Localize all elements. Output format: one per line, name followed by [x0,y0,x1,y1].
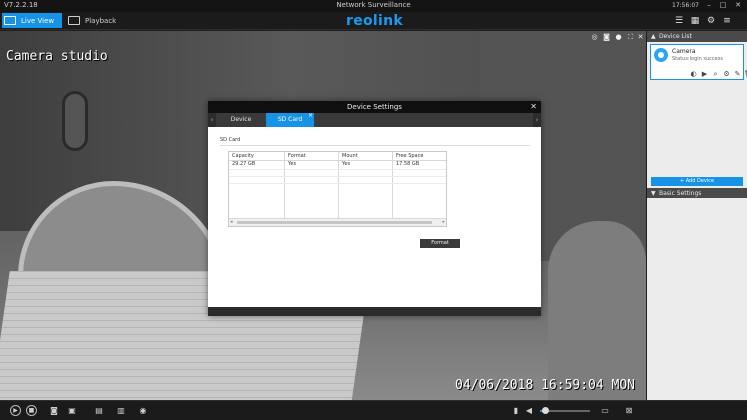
monitor-icon [4,16,16,25]
list-icon[interactable]: ☰ [674,14,684,28]
window-title: Network Surveillance [336,1,411,9]
tab-sd-card-label: SD Card [277,116,303,123]
minimize-button[interactable]: – [704,1,714,10]
cell-capacity: 29.27 GB [232,161,256,167]
dialog-footer [208,307,541,316]
close-view-icon[interactable]: ✕ [636,33,645,41]
disconnect-icon[interactable]: ◐ [689,70,698,78]
volume-slider[interactable] [540,407,590,414]
tab-device-settings[interactable]: Device Settings [218,113,264,137]
device-settings-dialog: Device Settings ✕ ‹ Device Settings SD C… [208,101,541,316]
row-divider [229,169,446,170]
tab-live-view-label: Live View [21,16,55,25]
cell-mount: Yes [342,161,351,167]
video-armchair [548,221,646,400]
menu-icon[interactable]: ≡ [722,14,732,28]
fullscreen-icon[interactable]: ⛶ [626,33,635,41]
bottom-toolbar: ▶ ■ ◙ ▣ ▤ ▥ ◉ ▮ ◀ ▭ ⊠ [0,400,747,420]
device-list-title: Device List [659,33,692,40]
cell-free-space: 17.58 GB [396,161,420,167]
tab-close-icon[interactable]: × [308,109,313,123]
maximize-button[interactable]: □ [718,1,728,10]
video-wall-clock [62,91,88,151]
volume-knob[interactable] [542,407,549,414]
row-divider [229,183,446,184]
title-bar: V7.2.2.18 Network Surveillance 17:56:07 … [0,0,747,12]
column-divider [338,152,339,219]
row-divider [229,176,446,177]
dialog-title-bar: Device Settings ✕ [208,101,541,113]
sd-card-table: Capacity Format Mount Free Space 29.27 G… [228,151,447,227]
format-button[interactable]: Format [420,239,460,248]
dialog-tab-bar: ‹ Device Settings SD Card × › [208,112,541,137]
tab-playback[interactable]: Playback [68,13,128,28]
dialog-title: Device Settings [347,103,402,111]
record-icon[interactable]: ● [614,33,623,41]
basic-settings-title: Basic Settings [659,190,702,197]
section-divider [220,145,530,146]
stop-all-icon[interactable]: ■ [26,405,37,416]
cell-format: Yes [288,161,297,167]
scroll-left-icon[interactable]: ◂ [230,219,233,226]
edit-icon[interactable]: ✎ [733,70,742,78]
record-button-icon[interactable]: ▣ [66,405,78,416]
settings-icon[interactable]: ⚙ [722,70,731,78]
exit-fullscreen-icon[interactable]: ⊠ [622,405,636,416]
tab-live-view[interactable]: Live View [2,13,62,28]
osd-timestamp: 04/06/2018 16:59:04 MON [455,378,636,393]
brand-logo: reolink [346,13,403,29]
collapse-arrow-icon: ▲ [651,33,656,40]
system-clock: 17:56:07 [672,2,699,9]
device-panel: ▲ Device List Camera Status:login succes… [647,31,747,400]
close-button[interactable]: ✕ [733,1,743,10]
column-divider [284,152,285,219]
device-name: Camera [672,48,696,55]
scrollbar-thumb[interactable] [237,221,432,224]
camera-icon[interactable]: ◙ [602,33,611,41]
basic-settings-header[interactable]: ▼ Basic Settings [647,188,747,198]
play-icon[interactable]: ▶ [700,70,709,78]
sd-card-section-label: SD Card [220,137,241,143]
film-icon [68,16,80,25]
device-card[interactable]: Camera Status:login success ◐ ▶ ⌕ ⚙ ✎ 🗑 [650,44,747,80]
snapshot-icon[interactable]: ◙ [48,405,60,416]
device-list-header[interactable]: ▲ Device List [647,31,747,42]
sd-card-settings: SD Card Capacity Format Mount Free Space… [208,127,541,307]
column-divider [392,152,393,219]
main-header: Live View Playback reolink ☰ ▦ ⚙ ≡ [0,12,747,30]
scroll-right-icon[interactable]: ▸ [442,219,445,226]
device-status: Status:login success [672,56,723,62]
target-icon[interactable]: ◎ [590,33,599,41]
eye-icon[interactable]: ◉ [136,405,150,416]
speaker-icon[interactable]: ◀ [524,405,534,416]
tile-icon[interactable]: ▦ [690,14,700,28]
layout-icon[interactable]: ▤ [92,405,106,416]
play-all-icon[interactable]: ▶ [10,405,21,416]
tab-scroll-right-icon[interactable]: › [533,113,541,127]
add-device-button[interactable]: + Add Device [651,177,743,186]
add-device-label: Add Device [685,178,715,184]
camera-device-icon [654,48,668,62]
device-toolbar: ◐ ▶ ⌕ ⚙ ✎ 🗑 [689,70,747,78]
tab-sd-card[interactable]: SD Card × [266,112,314,127]
stream-icon[interactable]: ▥ [114,405,128,416]
dialog-close-icon[interactable]: ✕ [530,101,537,113]
search-icon[interactable]: ⌕ [711,70,720,78]
osd-camera-name: Camera studio [6,49,108,64]
microphone-icon[interactable]: ▮ [512,405,520,416]
expand-arrow-icon: ▼ [651,190,656,197]
tab-playback-label: Playback [85,16,117,25]
table-horizontal-scrollbar[interactable]: ◂ ▸ [229,218,446,226]
gear-icon[interactable]: ⚙ [706,14,716,28]
single-view-icon[interactable]: ▭ [598,405,612,416]
tab-scroll-left-icon[interactable]: ‹ [208,113,216,127]
